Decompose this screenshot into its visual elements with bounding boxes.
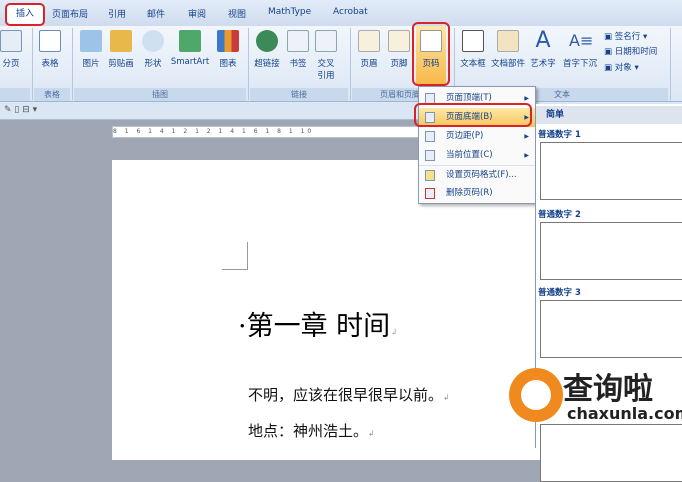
table-icon xyxy=(39,30,61,52)
cross-reference-button[interactable]: 交叉引用 xyxy=(314,30,338,81)
ribbon-tabs: 插入 页面布局 引用 邮件 审阅 视图 MathType Acrobat xyxy=(0,0,682,26)
current-position-icon xyxy=(425,150,435,161)
gallery-option-plain-number-3[interactable] xyxy=(540,300,682,358)
quick-parts-icon xyxy=(497,30,519,52)
tab-acrobat[interactable]: Acrobat xyxy=(333,7,368,17)
gallery-section-label: 普通数字 1 xyxy=(538,130,581,140)
shapes-button[interactable]: 形状 xyxy=(140,30,166,69)
textbox-button[interactable]: 文本框 xyxy=(458,30,488,69)
drop-cap-icon: A≡ xyxy=(569,31,594,50)
wordart-button[interactable]: A 艺术字 xyxy=(528,28,558,70)
chart-icon xyxy=(217,30,239,52)
tab-mathtype[interactable]: MathType xyxy=(268,7,311,17)
bookmark-button[interactable]: 书签 xyxy=(286,30,310,69)
tab-mailings[interactable]: 邮件 xyxy=(147,7,165,20)
smartart-button[interactable]: SmartArt xyxy=(170,30,210,67)
tab-insert[interactable]: 插入 xyxy=(5,3,45,26)
format-icon xyxy=(425,170,435,181)
chart-button[interactable]: 图表 xyxy=(215,30,241,69)
footer-button[interactable]: 页脚 xyxy=(386,30,412,69)
gallery-section-label: 普通数字 2 xyxy=(538,210,581,220)
group-links-label: 链接 xyxy=(250,88,348,101)
tab-view[interactable]: 视图 xyxy=(228,7,246,20)
page-margins-icon xyxy=(425,131,435,142)
chapter-title: ·第一章 时间↲ xyxy=(238,311,398,342)
clipart-button[interactable]: 剪贴画 xyxy=(106,30,136,69)
ribbon: 分页 表格 图片 剪贴画 形状 SmartArt 图表 超链接 书签 交叉引用 … xyxy=(0,26,682,102)
group-table-label: 表格 xyxy=(34,88,70,101)
tab-references[interactable]: 引用 xyxy=(108,7,126,20)
wordart-icon: A xyxy=(535,28,551,53)
toolbar-icons[interactable]: ✎ ▯ ⊟ ▾ xyxy=(4,105,37,115)
textbox-icon xyxy=(462,30,484,52)
cross-reference-icon xyxy=(315,30,337,52)
document-page[interactable]: ·第一章 时间↲ 不明，应该在很早很早以前。↲ 地点：神州浩土。↲ xyxy=(112,160,552,460)
gallery-header: 简单 xyxy=(536,106,682,124)
page-break-button[interactable]: 分页 xyxy=(0,30,22,69)
object-button[interactable]: ▣ 对象 ▾ xyxy=(604,61,639,73)
bookmark-icon xyxy=(287,30,309,52)
smartart-icon xyxy=(179,30,201,52)
table-button[interactable]: 表格 xyxy=(36,30,64,69)
remove-icon xyxy=(425,188,435,199)
gallery-section-label: 普通数字 3 xyxy=(538,288,581,298)
quick-parts-button[interactable]: 文档部件 xyxy=(490,30,526,69)
document-line: 不明，应该在很早很早以前。↲ xyxy=(248,386,450,404)
gallery-option-plain-number-1[interactable] xyxy=(540,142,682,200)
highlight-bottom-of-page xyxy=(414,103,532,127)
page-break-icon xyxy=(0,30,22,52)
watermark-logo: 查询啦 chaxunla.com xyxy=(505,362,682,442)
globe-icon xyxy=(256,30,278,52)
header-icon xyxy=(358,30,380,52)
gallery-option-plain-number-2[interactable] xyxy=(540,222,682,280)
tab-review[interactable]: 审阅 xyxy=(188,7,206,20)
tab-page-layout[interactable]: 页面布局 xyxy=(52,7,88,20)
menu-item-format-page-numbers[interactable]: 设置页码格式(F)... xyxy=(419,165,535,184)
shapes-icon xyxy=(142,30,164,52)
ruler[interactable]: 8 1 6 1 4 1 2 1 2 1 4 1 6 1 8 1 10 xyxy=(112,126,422,138)
signature-line-button[interactable]: ▣ 签名行 ▾ xyxy=(604,30,647,42)
hyperlink-button[interactable]: 超链接 xyxy=(252,30,282,69)
menu-item-remove-page-numbers[interactable]: 删除页码(R) xyxy=(419,184,535,203)
picture-button[interactable]: 图片 xyxy=(77,30,105,69)
header-button[interactable]: 页眉 xyxy=(356,30,382,69)
footer-icon xyxy=(388,30,410,52)
menu-item-current-position[interactable]: 当前位置(C) ▶ xyxy=(419,146,535,165)
picture-icon xyxy=(80,30,102,52)
clipart-icon xyxy=(110,30,132,52)
drop-cap-button[interactable]: A≡ 首字下沉 xyxy=(561,30,599,69)
date-time-button[interactable]: ▣ 日期和时间 xyxy=(604,45,657,57)
highlight-page-number xyxy=(412,22,450,86)
group-illustrations-label: 插图 xyxy=(74,88,246,101)
logo-icon xyxy=(509,368,563,422)
document-line: 地点：神州浩土。↲ xyxy=(248,422,375,440)
menu-item-page-margins[interactable]: 页边距(P) ▶ xyxy=(419,127,535,146)
